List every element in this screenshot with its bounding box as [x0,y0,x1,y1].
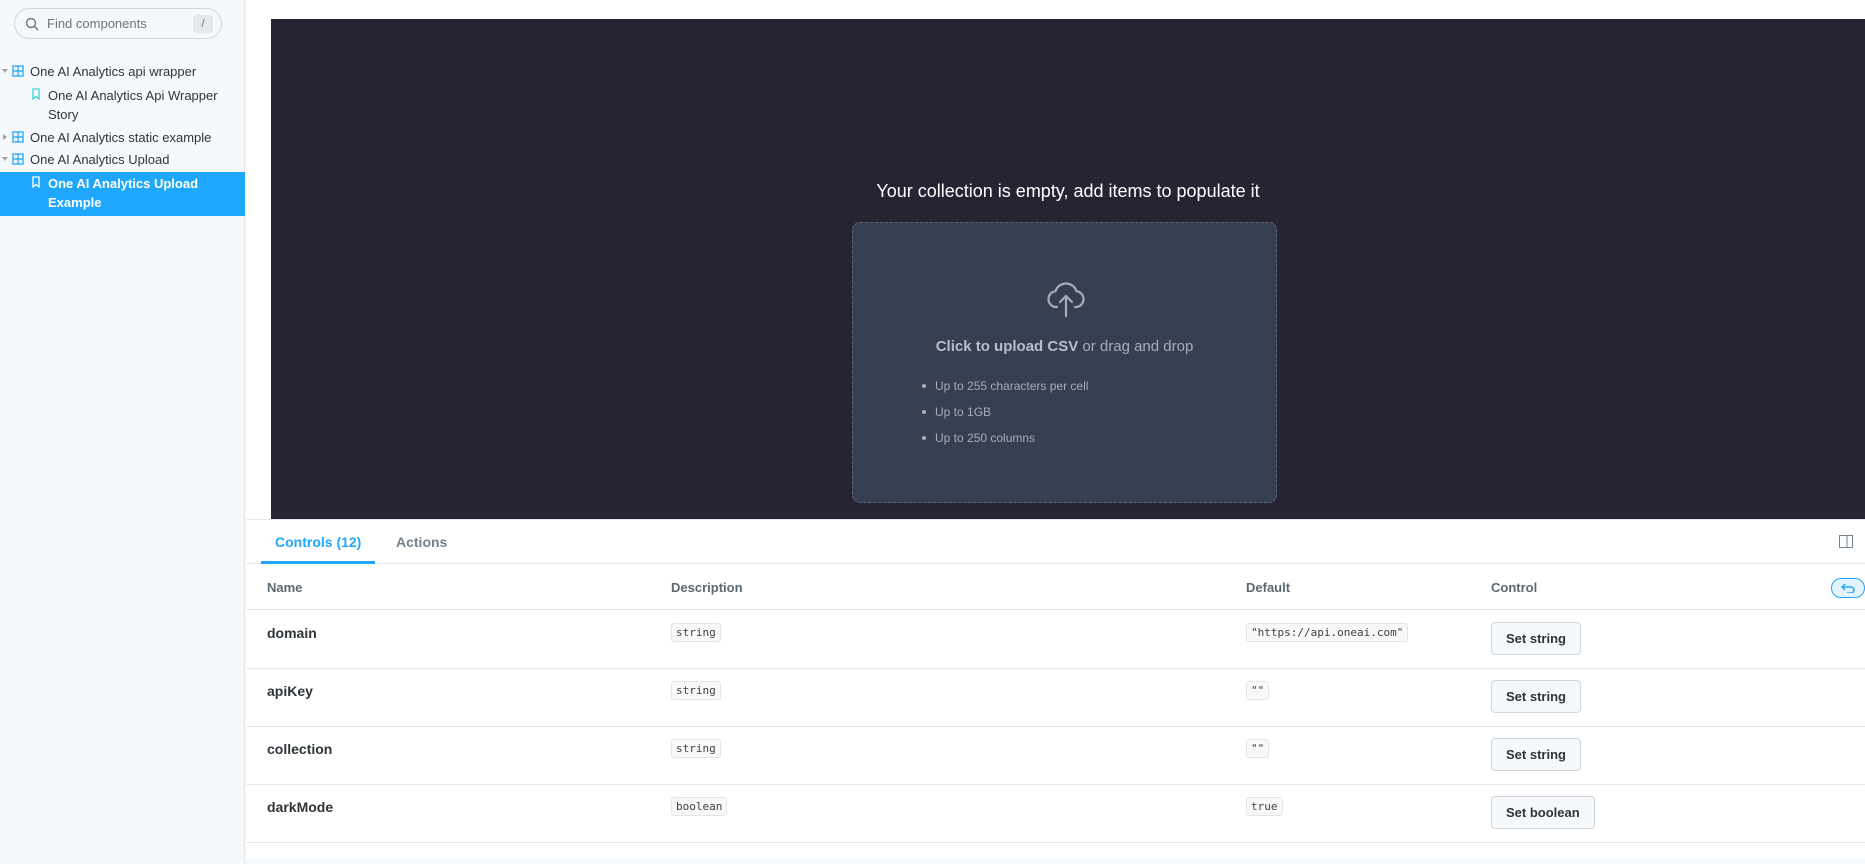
type-badge: string [671,681,721,700]
reset-controls-button[interactable] [1831,578,1865,598]
controls-table-header: Name Description Default Control [246,564,1865,610]
set-boolean-button[interactable]: Set boolean [1491,796,1595,829]
list-item: Up to 250 columns [921,425,1088,451]
upload-limits-list: Up to 255 characters per cell Up to 1GB … [921,373,1088,451]
tree-story-api-wrapper-story[interactable]: One AI Analytics Api Wrapper Story [0,84,245,128]
column-header-default: Default [1246,580,1291,595]
chevron-down-icon [2,69,8,73]
bookmark-icon [32,88,40,100]
tree-item-label: One AI Analytics Upload Example [48,176,199,210]
list-item: Up to 255 characters per cell [921,373,1088,399]
type-badge: string [671,739,721,758]
tree-item-label: One AI Analytics static example [30,130,212,145]
list-item: Up to 1GB [921,399,1088,425]
tree-item-upload[interactable]: One AI Analytics Upload [0,150,245,172]
type-badge: boolean [671,797,728,816]
addons-tabs: Controls (12) Actions [246,520,1865,564]
control-name: darkMode [267,799,334,815]
set-string-button[interactable]: Set string [1491,680,1581,713]
column-header-control: Control [1491,580,1538,595]
panel-orientation-icon[interactable] [1839,535,1853,548]
table-row: domain string "https://api.oneai.com" Se… [246,611,1865,669]
tab-controls[interactable]: Controls (12) [261,520,376,564]
default-value: true [1246,797,1283,816]
default-value: "https://api.oneai.com" [1246,623,1409,642]
search-icon [25,17,39,30]
chevron-down-icon [2,157,8,161]
search-input[interactable]: Find components / [14,8,222,39]
component-icon [12,65,24,77]
control-name: collection [267,741,333,757]
control-name: apiKey [267,683,313,699]
control-name: domain [267,625,317,641]
tree-story-upload-example[interactable]: One AI Analytics Upload Example [0,172,245,216]
component-tree: One AI Analytics api wrapper One AI Anal… [0,62,245,216]
set-string-button[interactable]: Set string [1491,738,1581,771]
cloud-upload-icon [1047,282,1085,318]
tree-item-api-wrapper[interactable]: One AI Analytics api wrapper [0,62,245,84]
csv-dropzone[interactable]: Click to upload CSV or drag and drop Up … [852,222,1277,503]
default-value: "" [1246,681,1270,700]
preview-frame: Your collection is empty, add items to p… [246,0,1865,519]
component-icon [12,131,24,143]
chevron-right-icon [3,134,7,140]
column-header-description: Description [671,580,743,595]
table-row: collection string "" Set string [246,727,1865,785]
tab-actions[interactable]: Actions [382,520,461,564]
bookmark-icon [32,176,40,188]
upload-link[interactable]: Click to upload CSV [936,338,1079,355]
empty-collection-message: Your collection is empty, add items to p… [876,181,1260,201]
undo-icon [1841,583,1855,593]
component-icon [12,153,24,165]
tree-item-static-example[interactable]: One AI Analytics static example [0,128,245,150]
addons-panel: Controls (12) Actions Name Description D… [246,519,1865,859]
table-row: darkMode boolean true Set boolean [246,785,1865,843]
upload-instruction-rest: or drag and drop [1078,338,1194,355]
column-header-name: Name [267,580,303,595]
tree-item-label: One AI Analytics api wrapper [30,64,197,79]
type-badge: string [671,623,721,642]
set-string-button[interactable]: Set string [1491,622,1581,655]
tree-item-label: One AI Analytics Upload [30,152,170,167]
tree-item-label: One AI Analytics Api Wrapper Story [48,88,218,122]
table-row: apiKey string "" Set string [246,669,1865,727]
upload-instruction: Click to upload CSV or drag and drop [853,338,1276,355]
search-placeholder: Find components [47,16,147,31]
search-shortcut-badge: / [193,14,213,33]
default-value: "" [1246,739,1270,758]
sidebar: Find components / One AI Analytics api w… [0,0,245,864]
story-canvas: Your collection is empty, add items to p… [271,19,1865,519]
